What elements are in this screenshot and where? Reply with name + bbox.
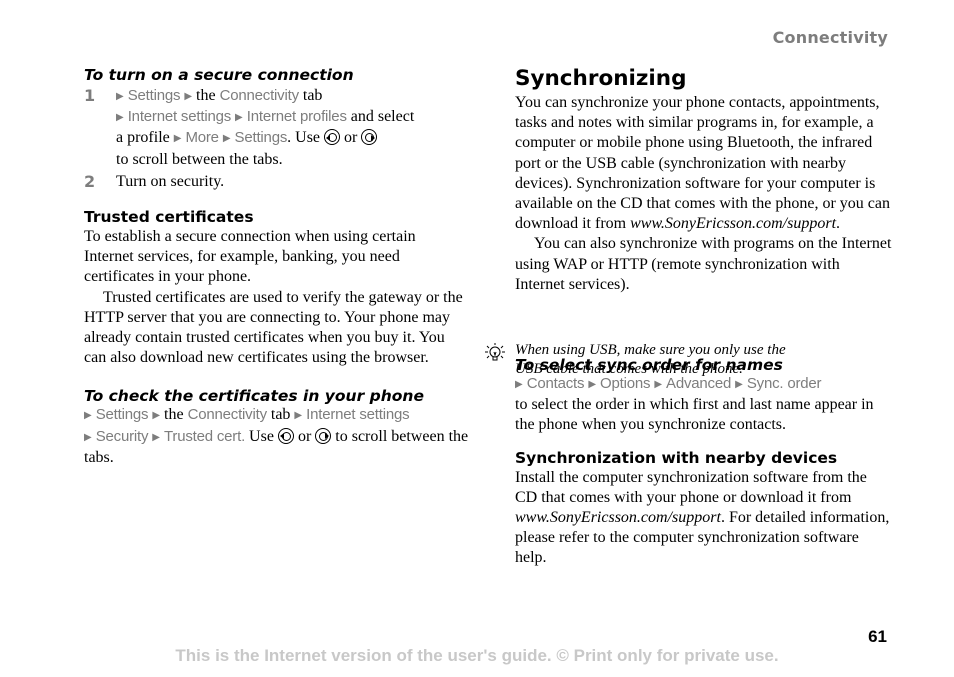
step-1: 1 ▶ Settings ▶ the Connectivity tab ▶ In…	[84, 86, 469, 170]
menu-settings-2: Settings	[234, 129, 288, 147]
arrow-icon: ▶	[84, 410, 92, 422]
nearby-devices-heading: Synchronization with nearby devices	[515, 448, 838, 467]
menu-internet-profiles: Internet profiles	[246, 108, 347, 126]
left-column: To turn on a secure connection 1 ▶ Setti…	[84, 66, 469, 468]
text: Use	[249, 427, 274, 445]
trusted-para-1: To establish a secure connection when us…	[84, 228, 416, 286]
arrow-icon: ▶	[222, 133, 231, 145]
footer-notice: This is the Internet version of the user…	[175, 646, 779, 665]
nav-key-left-icon	[324, 129, 341, 146]
step-number: 2	[84, 171, 96, 191]
arrow-icon: ▶	[116, 112, 124, 124]
text: the	[196, 87, 216, 104]
arrow-icon: ▶	[654, 379, 663, 391]
nav-key-right-icon	[361, 129, 378, 146]
menu-connectivity: Connectivity	[187, 406, 268, 424]
text: and select	[350, 108, 415, 126]
nearby-text: Install the computer synchronization sof…	[515, 468, 893, 569]
arrow-icon: ▶	[735, 379, 743, 391]
menu-settings: Settings	[95, 406, 149, 424]
arrow-icon: ▶	[588, 379, 597, 391]
text: or	[297, 427, 312, 445]
step-number: 1	[84, 86, 96, 105]
sync-para-2: You can also synchronize with programs o…	[515, 235, 892, 293]
text: a profile	[116, 129, 170, 147]
tip-box: When using USB, make sure you only use t…	[483, 341, 883, 379]
nav-key-left-icon	[277, 427, 294, 444]
text: tab	[302, 87, 323, 104]
support-link[interactable]: www.SonyEricsson.com/support	[515, 509, 721, 526]
step-body: ▶ Settings ▶ the Connectivity tab ▶ Inte…	[116, 86, 469, 170]
arrow-icon: ▶	[184, 91, 193, 102]
page-number: 61	[868, 627, 887, 646]
nav-key-right-icon	[315, 427, 332, 444]
arrow-icon: ▶	[235, 112, 243, 124]
sync-order-text: to select the order in which first and l…	[515, 396, 874, 434]
tip-text: When using USB, make sure you only use t…	[515, 342, 786, 377]
page-title: Synchronizing	[515, 66, 687, 91]
step-text: Turn on security.	[116, 172, 225, 190]
trusted-para-2: Trusted certificates are used to verify …	[84, 288, 463, 367]
arrow-icon: ▶	[152, 431, 160, 443]
menu-connectivity: Connectivity	[219, 87, 300, 104]
arrow-icon: ▶	[294, 410, 303, 422]
text: . Use	[287, 129, 321, 147]
right-column: Synchronizing You can synchronize your p…	[515, 66, 893, 569]
arrow-icon: ▶	[116, 91, 124, 102]
text: You can synchronize your phone contacts,…	[515, 94, 891, 233]
text: or	[344, 129, 358, 147]
support-link[interactable]: www.SonyEricsson.com/support	[630, 215, 836, 232]
menu-trusted-cert: Trusted cert.	[164, 427, 246, 445]
text: tab	[270, 406, 291, 424]
text: .	[836, 215, 841, 233]
sync-para-1: You can synchronize your phone contacts,…	[515, 93, 893, 234]
step-2: 2 Turn on security.	[84, 172, 469, 192]
lightbulb-icon	[483, 341, 515, 379]
arrow-icon: ▶	[152, 410, 161, 422]
check-certificates-heading: To check the certificates in your phone	[84, 387, 424, 406]
arrow-icon: ▶	[173, 133, 182, 145]
check-instructions: ▶ Settings ▶ the Connectivity tab ▶ Inte…	[84, 405, 469, 468]
trusted-certificates-heading: Trusted certificates	[84, 208, 254, 227]
text: the	[164, 406, 184, 424]
menu-more: More	[185, 129, 219, 147]
secure-connection-heading: To turn on a secure connection	[84, 66, 354, 84]
menu-internet-settings: Internet settings	[306, 406, 410, 424]
chapter-header: Connectivity	[772, 28, 888, 47]
text: Install the computer synchronization sof…	[515, 468, 867, 506]
text: to scroll between the tabs.	[116, 150, 283, 168]
arrow-icon: ▶	[515, 379, 523, 391]
menu-settings: Settings	[127, 87, 181, 104]
arrow-icon: ▶	[84, 431, 92, 443]
menu-internet-settings: Internet settings	[127, 108, 232, 126]
menu-security: Security	[95, 427, 149, 445]
